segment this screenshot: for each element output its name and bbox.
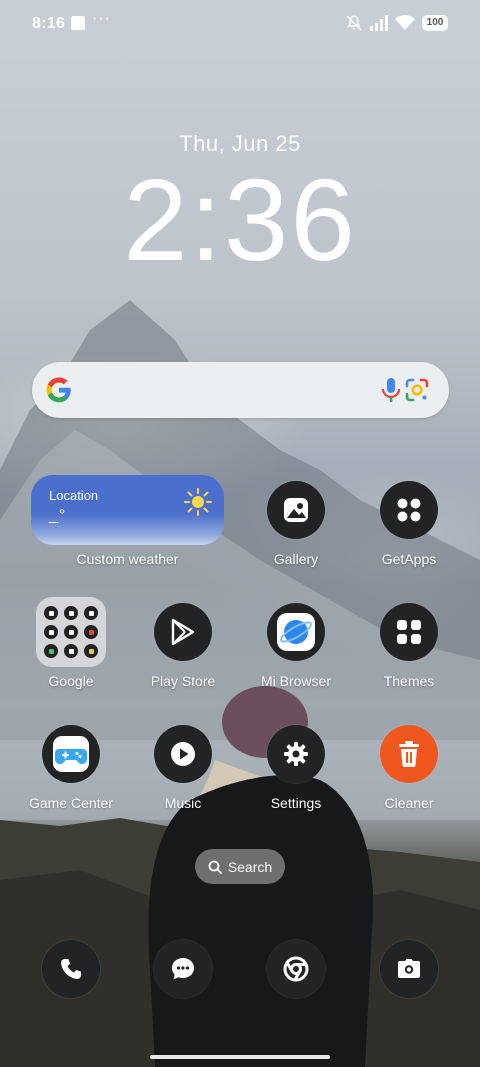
folder-app-icon bbox=[64, 644, 78, 658]
signal-icon bbox=[370, 15, 388, 31]
getapps-app[interactable] bbox=[380, 481, 438, 539]
game-center-app[interactable] bbox=[42, 725, 100, 783]
themes-icon bbox=[397, 620, 421, 644]
folder-app-icon bbox=[84, 644, 98, 658]
date-text[interactable]: Thu, Jun 25 bbox=[0, 131, 480, 157]
clock-time[interactable]: 2:36 bbox=[0, 160, 480, 280]
home-gesture-bar[interactable] bbox=[150, 1055, 330, 1059]
weather-widget[interactable]: Location _° bbox=[31, 475, 224, 545]
music-app[interactable] bbox=[154, 725, 212, 783]
mi-browser-app[interactable] bbox=[267, 603, 325, 661]
status-bar: 8:16 ··· 100 bbox=[0, 0, 480, 48]
play-store-app[interactable] bbox=[154, 603, 212, 661]
sun-icon bbox=[184, 488, 212, 516]
phone-icon bbox=[61, 959, 81, 979]
settings-icon bbox=[284, 742, 308, 766]
mi-browser-label: Mi Browser bbox=[260, 673, 331, 689]
folder-app-icon bbox=[64, 625, 78, 639]
folder-app-icon bbox=[84, 625, 98, 639]
google-folder[interactable] bbox=[36, 597, 106, 667]
cleaner-app[interactable] bbox=[380, 725, 438, 783]
camera-icon bbox=[398, 959, 420, 978]
getapps-icon bbox=[397, 498, 421, 522]
google-logo-icon bbox=[46, 377, 71, 403]
mute-icon bbox=[346, 15, 362, 31]
play-store-icon bbox=[171, 618, 195, 646]
settings-label: Settings bbox=[270, 795, 322, 811]
google-folder-label: Google bbox=[48, 673, 94, 689]
chrome-icon bbox=[283, 956, 309, 982]
search-icon bbox=[208, 860, 222, 874]
play-store-label: Play Store bbox=[150, 673, 216, 689]
dock-chrome[interactable] bbox=[267, 940, 325, 998]
music-icon bbox=[171, 742, 195, 766]
dock-phone[interactable] bbox=[42, 940, 100, 998]
app-search-button[interactable]: Search bbox=[195, 849, 285, 884]
folder-app-icon bbox=[84, 606, 98, 620]
themes-label: Themes bbox=[383, 673, 435, 689]
wifi-icon bbox=[395, 15, 415, 30]
game-center-icon bbox=[53, 736, 89, 772]
app-search-label: Search bbox=[227, 858, 273, 875]
gallery-app[interactable] bbox=[267, 481, 325, 539]
messages-icon bbox=[172, 958, 194, 980]
getapps-label: GetApps bbox=[381, 551, 437, 567]
microphone-icon[interactable] bbox=[380, 377, 402, 403]
themes-app[interactable] bbox=[380, 603, 438, 661]
google-lens-icon[interactable] bbox=[404, 377, 430, 403]
mi-browser-icon bbox=[277, 613, 315, 651]
game-center-label: Game Center bbox=[28, 795, 114, 811]
weather-temperature: _° bbox=[49, 507, 67, 524]
folder-app-icon bbox=[44, 606, 58, 620]
overflow-dots: ··· bbox=[92, 10, 111, 27]
weather-location: Location bbox=[49, 488, 99, 503]
gallery-label: Gallery bbox=[273, 551, 319, 567]
battery-icon: 100 bbox=[422, 15, 448, 31]
dock-messages[interactable] bbox=[154, 940, 212, 998]
cleaner-label: Cleaner bbox=[384, 795, 434, 811]
music-label: Music bbox=[164, 795, 202, 811]
folder-app-icon bbox=[44, 644, 58, 658]
gallery-icon bbox=[284, 498, 308, 522]
status-time: 8:16 bbox=[32, 15, 66, 32]
folder-app-icon bbox=[44, 625, 58, 639]
notification-square-icon bbox=[71, 16, 85, 30]
google-search-bar[interactable] bbox=[32, 362, 449, 418]
settings-app[interactable] bbox=[267, 725, 325, 783]
folder-app-icon bbox=[64, 606, 78, 620]
weather-widget-label: Custom weather bbox=[76, 551, 179, 567]
cleaner-icon bbox=[399, 741, 419, 767]
dock-camera[interactable] bbox=[380, 940, 438, 998]
